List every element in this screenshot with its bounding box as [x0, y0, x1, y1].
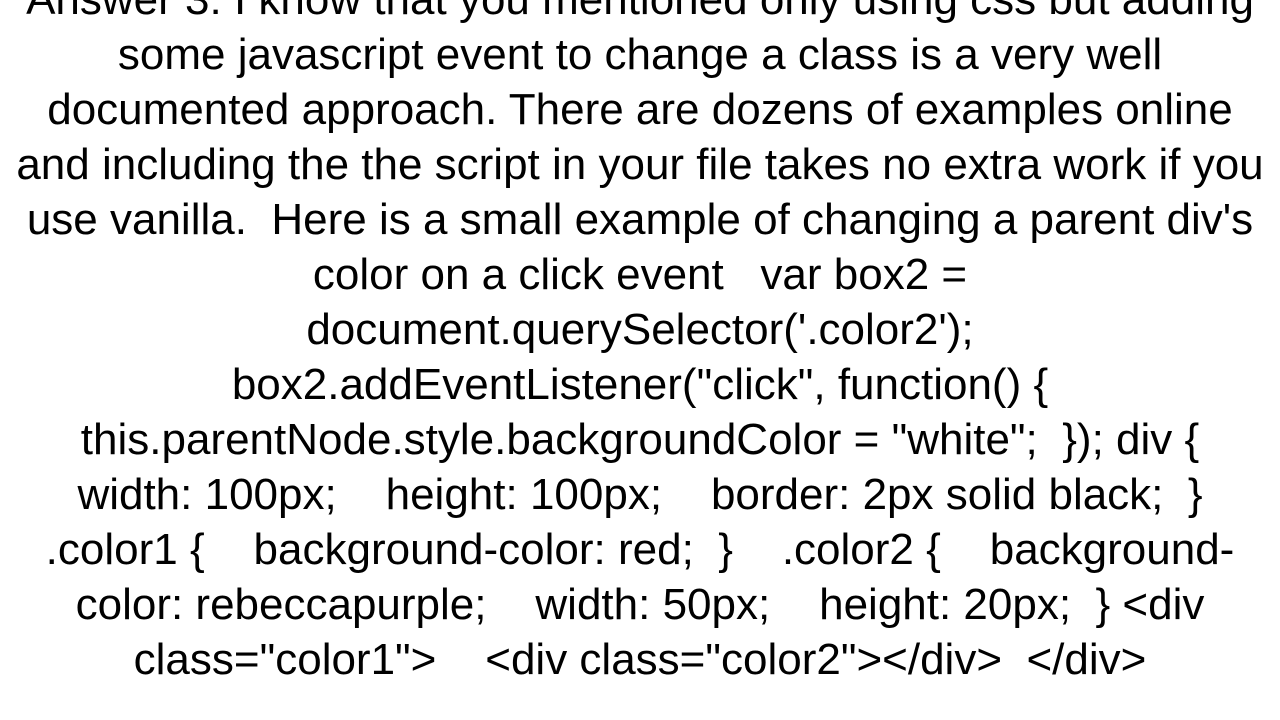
answer-text: Answer 3: I know that you mentioned only…	[10, 0, 1270, 687]
answer-container: Answer 3: I know that you mentioned only…	[0, 0, 1280, 720]
